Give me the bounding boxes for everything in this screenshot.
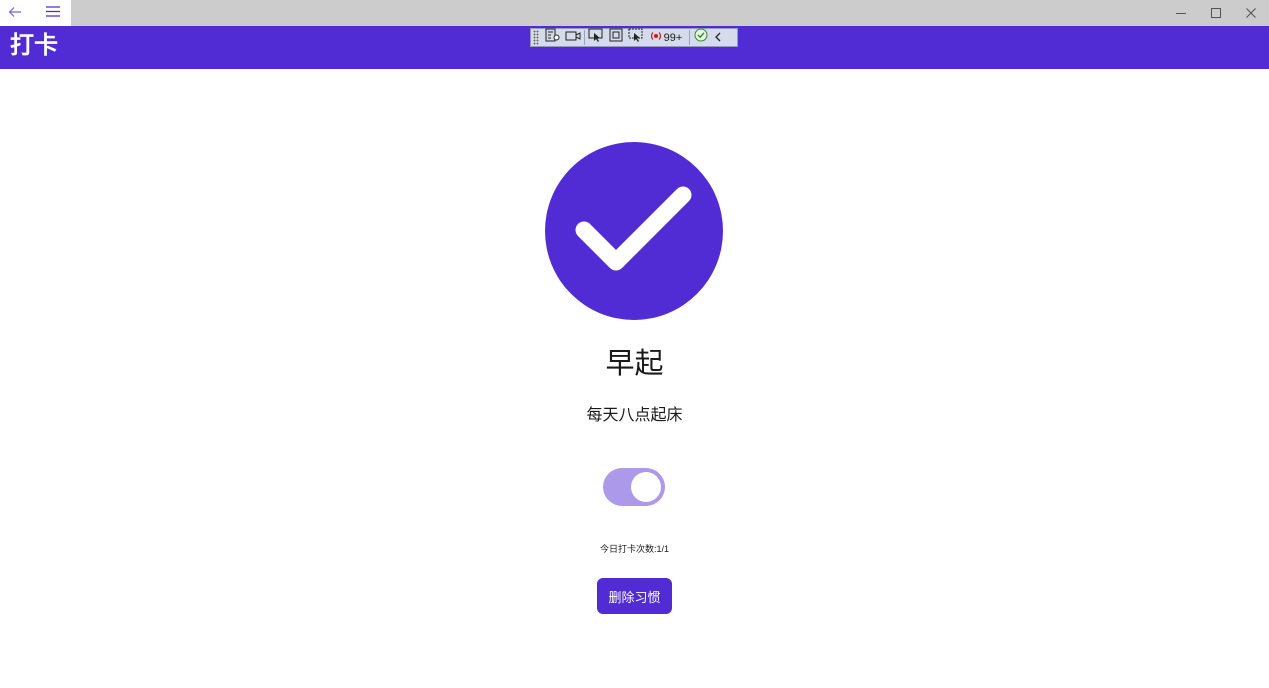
binding-failure-icon [650, 29, 662, 47]
track-focus-icon [628, 28, 644, 47]
close-icon [1246, 6, 1256, 21]
track-focus-button[interactable] [626, 28, 646, 47]
completed-check-icon [545, 142, 723, 320]
toggle-knob [631, 472, 661, 502]
video-camera-icon [565, 29, 581, 47]
back-arrow-icon [8, 5, 22, 22]
delete-habit-button[interactable]: 删除习惯 [597, 578, 672, 614]
checkin-count-label: 今日打卡次数:1/1 [599, 544, 669, 554]
flyout-menu-button[interactable] [42, 2, 64, 24]
window-titlebar [0, 0, 1269, 26]
toolbar-separator [584, 30, 585, 45]
maximize-icon [1211, 6, 1221, 21]
hot-reload-status-button[interactable] [691, 28, 711, 47]
minimize-icon [1176, 6, 1186, 21]
layout-adorner-icon [609, 28, 623, 47]
binding-failure-count: 99+ [663, 31, 683, 44]
chevron-left-icon [714, 29, 722, 47]
toolbar-grip-handle[interactable] [533, 30, 539, 45]
habit-name: 早起 [605, 348, 664, 380]
visual-tree-icon [545, 28, 561, 47]
display-layout-adorners-button[interactable] [606, 28, 626, 47]
select-pointer-icon [588, 28, 604, 47]
collapse-toolbar-button[interactable] [711, 29, 725, 46]
page-title: 打卡 [10, 32, 58, 59]
check-status-icon [694, 28, 708, 47]
toolbar-separator [689, 30, 690, 45]
binding-failures-button[interactable]: 99+ [646, 29, 686, 46]
select-element-button[interactable] [586, 28, 606, 47]
hamburger-icon [46, 4, 60, 22]
live-visual-tree-button[interactable] [543, 28, 563, 47]
checkin-toggle[interactable] [603, 468, 665, 506]
habit-detail-content: 早起 每天八点起床 今日打卡次数:1/1 删除习惯 [0, 69, 1269, 688]
minimize-button[interactable] [1164, 0, 1198, 26]
record-button[interactable] [563, 29, 583, 46]
nav-area [0, 0, 71, 26]
debug-toolbar: 99+ [530, 28, 738, 47]
close-button[interactable] [1234, 0, 1268, 26]
back-button[interactable] [4, 2, 26, 24]
habit-description: 每天八点起床 [586, 407, 683, 424]
maximize-button[interactable] [1199, 0, 1233, 26]
